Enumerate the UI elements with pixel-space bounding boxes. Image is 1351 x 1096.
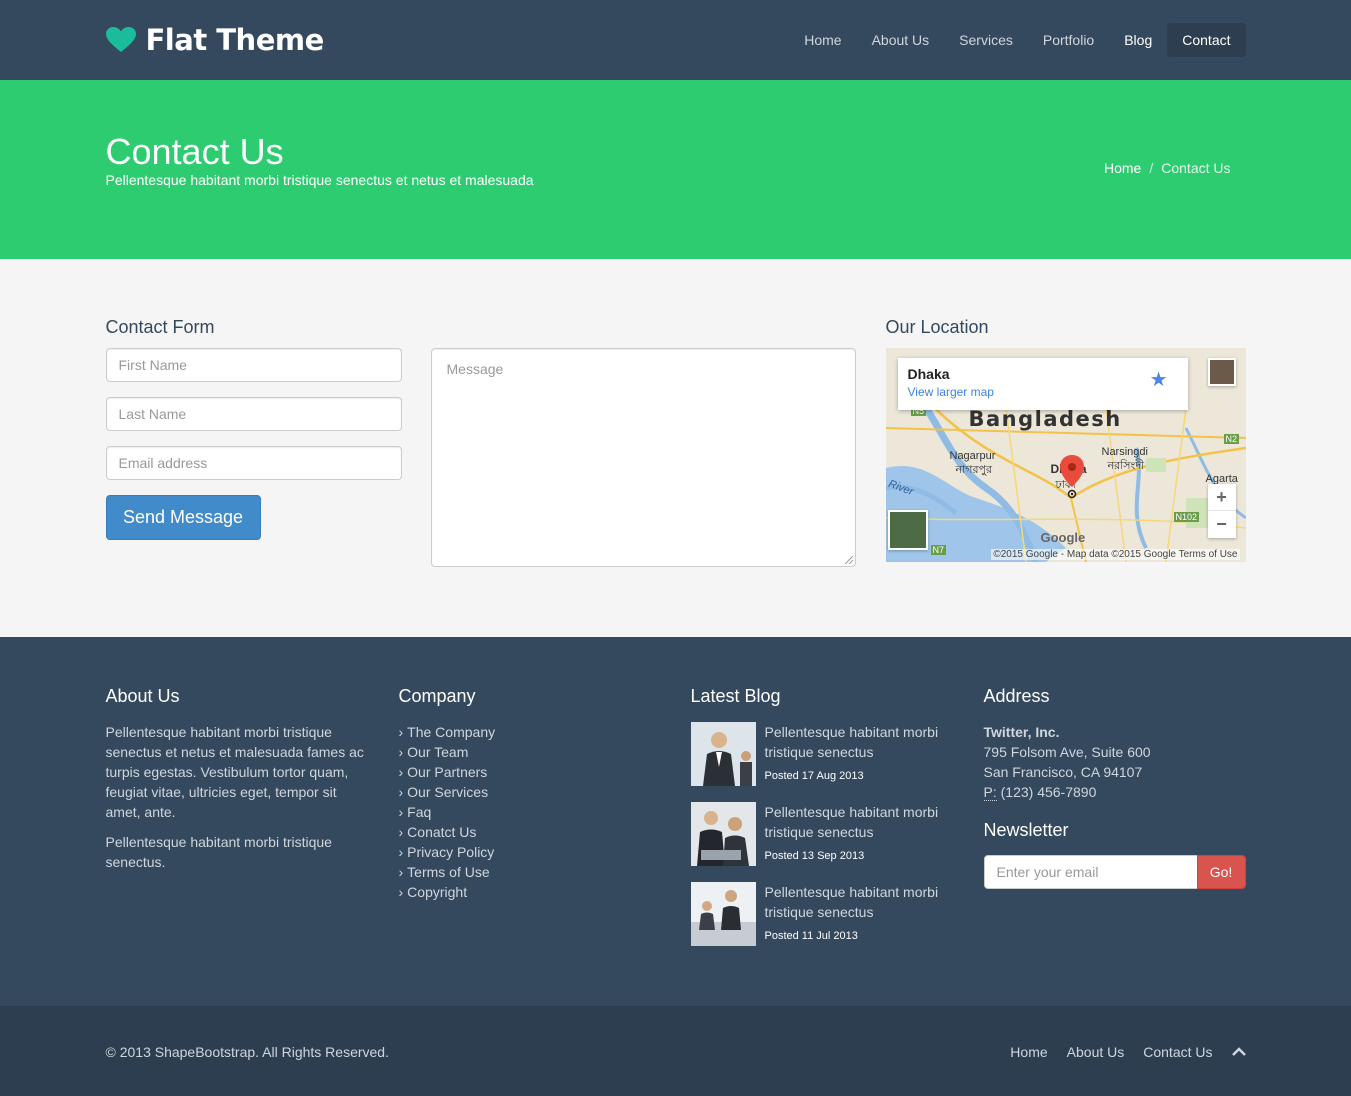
google-logo: Google	[1040, 530, 1086, 545]
map-pin-icon[interactable]	[1059, 455, 1084, 499]
company-link[interactable]: Faq	[399, 802, 496, 822]
blog-thumbnail[interactable]	[690, 882, 756, 946]
breadcrumb-home[interactable]: Home	[1104, 160, 1141, 176]
navbar: Flat Theme Home About Us Services Portfo…	[0, 0, 1351, 80]
address-phone-line: P: (123) 456-7890	[983, 782, 1151, 802]
breadcrumb-current: Contact Us	[1161, 160, 1231, 176]
blog-post-title[interactable]: Pellentesque habitant morbi tristique se…	[765, 802, 955, 842]
map-label-nagarpur-bn: নাগরপুর	[955, 464, 993, 476]
company-link[interactable]: Our Partners	[399, 762, 496, 782]
star-icon[interactable]: ★	[1150, 367, 1168, 392]
company-title: Company	[398, 686, 476, 706]
phone-label: P:	[983, 784, 997, 801]
phone-number: (123) 456-7890	[1000, 784, 1097, 800]
message-textarea[interactable]: Message	[430, 348, 856, 567]
map-info-card: Dhaka View larger map ★	[897, 358, 1188, 410]
company-link[interactable]: Our Team	[399, 742, 496, 762]
contact-form-title: Contact Form	[105, 317, 215, 337]
blog-post-date: Posted 13 Sep 2013	[764, 850, 865, 862]
address-title: Address	[983, 686, 1050, 706]
address-block: Twitter, Inc. 795 Folsom Ave, Suite 600 …	[983, 722, 1151, 802]
copyright: © 2013 ShapeBootstrap. All Rights Reserv…	[105, 1043, 389, 1060]
footer-widgets: About Us Pellentesque habitant morbi tri…	[0, 637, 1351, 1006]
nav-home[interactable]: Home	[789, 23, 856, 57]
satellite-toggle[interactable]	[887, 510, 928, 550]
brand-name: Flat Theme	[145, 23, 325, 57]
map-attribution: ©2015 Google - Map data ©2015 Google Ter…	[991, 549, 1240, 560]
newsletter-go-button[interactable]: Go!	[1196, 855, 1246, 889]
map-city: Dhaka	[907, 366, 950, 382]
breadcrumb: Home / Contact Us	[1104, 160, 1231, 176]
footer-nav: Home About Us Contact Us	[991, 1044, 1246, 1060]
company-link[interactable]: Terms of Use	[399, 862, 496, 882]
nav-contact[interactable]: Contact	[1167, 23, 1246, 57]
nav-portfolio[interactable]: Portfolio	[1028, 23, 1109, 57]
title-band: Contact Us Pellentesque habitant morbi t…	[0, 80, 1351, 259]
company-links: The Company Our Team Our Partners Our Se…	[399, 722, 496, 902]
company-link[interactable]: Copyright	[399, 882, 496, 902]
map-label-narsingdi-bn: নরসিংদী	[1107, 460, 1145, 472]
footer: © 2013 ShapeBootstrap. All Rights Reserv…	[0, 1006, 1351, 1096]
map[interactable]: Bangladesh Nagarpur নাগরপুর Narsingdi নর…	[885, 348, 1246, 562]
zoom-in-button[interactable]: +	[1207, 484, 1236, 511]
footer-link-home[interactable]: Home	[1010, 1044, 1047, 1060]
address-street: 795 Folsom Ave, Suite 600	[983, 744, 1151, 760]
user-avatar[interactable]	[1207, 358, 1236, 386]
map-road-n2: N2	[1223, 434, 1240, 444]
company-link[interactable]: The Company	[399, 722, 495, 742]
blog-thumbnail[interactable]	[690, 802, 756, 866]
zoom-control: + −	[1207, 484, 1236, 538]
heart-icon	[105, 27, 136, 52]
newsletter-title: Newsletter	[983, 820, 1069, 840]
nav-services[interactable]: Services	[944, 23, 1028, 57]
main-nav: Home About Us Services Portfolio Blog Co…	[789, 23, 1246, 57]
email-input[interactable]: Email address	[105, 446, 402, 480]
blog-post[interactable]: Pellentesque habitant morbi tristique se…	[690, 882, 961, 946]
blog-post-date: Posted 11 Jul 2013	[764, 930, 858, 942]
address-city: San Francisco, CA 94107	[983, 764, 1143, 780]
nav-blog[interactable]: Blog	[1109, 23, 1167, 57]
address-company: Twitter, Inc.	[983, 724, 1060, 740]
chevron-up-icon[interactable]	[1231, 1044, 1246, 1060]
blog-post-title[interactable]: Pellentesque habitant morbi tristique se…	[765, 722, 955, 762]
zoom-out-button[interactable]: −	[1208, 511, 1236, 538]
blog-post-date: Posted 17 Aug 2013	[764, 770, 864, 782]
about-text-short: Pellentesque habitant morbi tristique se…	[105, 834, 332, 870]
blog-post-title[interactable]: Pellentesque habitant morbi tristique se…	[765, 882, 955, 922]
map-road-n7: N7	[930, 545, 947, 555]
send-message-button[interactable]: Send Message	[105, 495, 261, 540]
company-link[interactable]: Privacy Policy	[399, 842, 496, 862]
contact-section: Contact Form First Name Last Name Email …	[0, 259, 1351, 637]
blog-post[interactable]: Pellentesque habitant morbi tristique se…	[690, 802, 961, 866]
about-title: About Us	[105, 686, 180, 706]
company-link[interactable]: Conatct Us	[399, 822, 496, 842]
blog-post[interactable]: Pellentesque habitant morbi tristique se…	[690, 722, 961, 786]
page-subtitle: Pellentesque habitant morbi tristique se…	[105, 172, 534, 188]
map-road-n102: N102	[1173, 512, 1200, 522]
message-placeholder: Message	[446, 361, 504, 377]
breadcrumb-separator: /	[1149, 160, 1154, 176]
view-larger-map-link[interactable]: View larger map	[908, 385, 1178, 399]
first-name-input[interactable]: First Name	[105, 348, 402, 382]
last-name-input[interactable]: Last Name	[105, 397, 402, 431]
blog-title: Latest Blog	[690, 686, 781, 706]
brand-logo[interactable]: Flat Theme	[105, 23, 325, 57]
location-title: Our Location	[885, 317, 989, 337]
page-title: Contact Us	[105, 131, 284, 172]
blog-thumbnail[interactable]	[690, 722, 756, 786]
newsletter-email-input[interactable]: Enter your email	[983, 855, 1198, 889]
footer-link-contact[interactable]: Contact Us	[1143, 1044, 1212, 1060]
company-link[interactable]: Our Services	[399, 782, 496, 802]
about-text: Pellentesque habitant morbi tristique se…	[105, 724, 364, 820]
map-country-label: Bangladesh	[968, 407, 1122, 431]
footer-link-about[interactable]: About Us	[1067, 1044, 1125, 1060]
nav-about[interactable]: About Us	[857, 23, 945, 57]
resize-grip-icon[interactable]	[844, 556, 853, 564]
